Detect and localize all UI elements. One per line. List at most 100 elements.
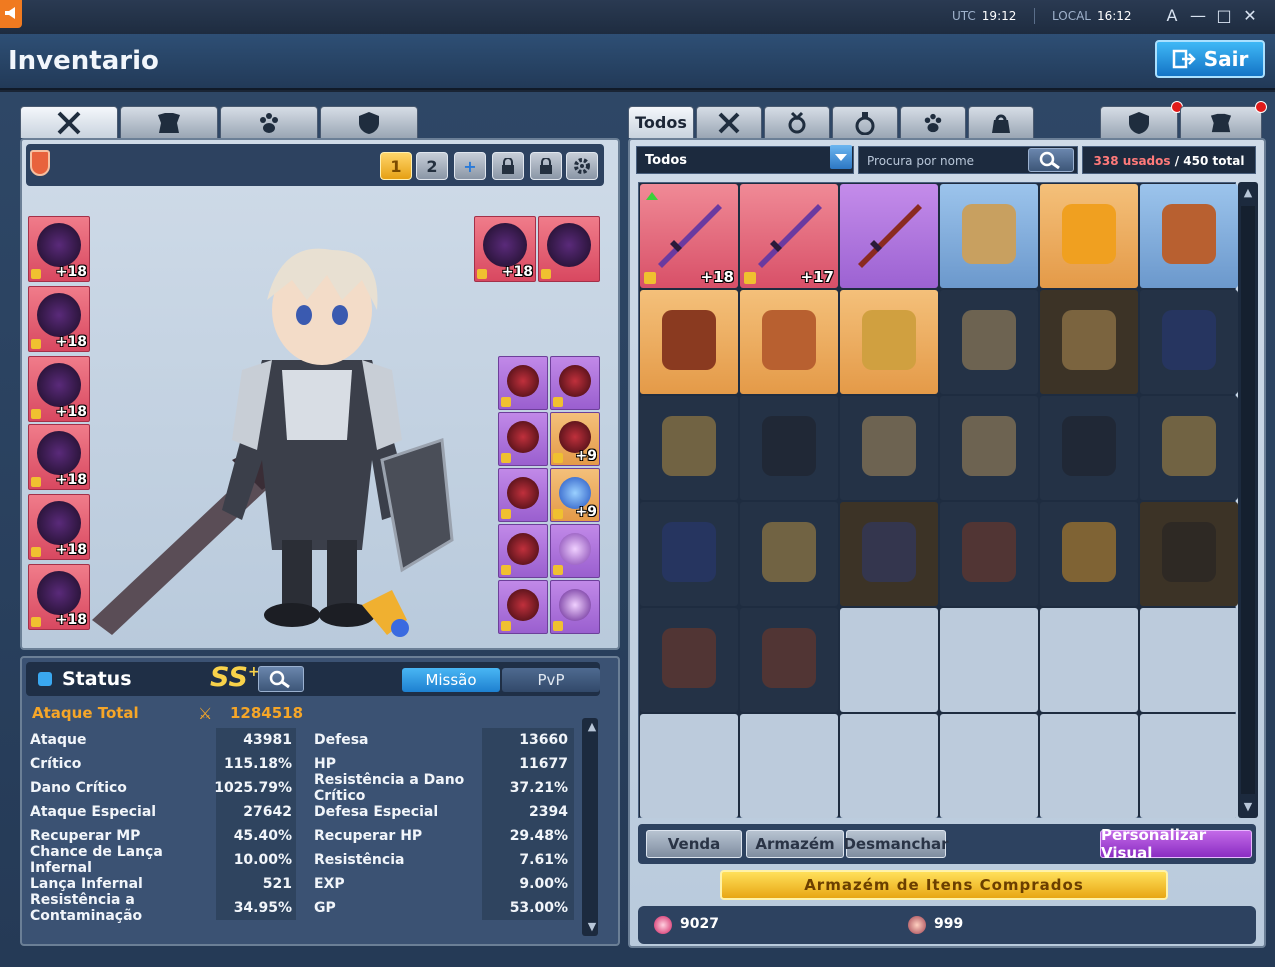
equip-slot-cape[interactable]: +18	[28, 564, 90, 630]
font-size-button[interactable]: A	[1162, 6, 1182, 25]
inventory-item[interactable]	[940, 502, 1038, 606]
tab-consumables[interactable]	[832, 106, 898, 138]
scroll-down-icon[interactable]: ▼	[585, 920, 599, 934]
inventory-item[interactable]	[940, 290, 1038, 394]
item-search-button[interactable]	[1028, 148, 1074, 172]
tab-mission[interactable]: Missão	[402, 668, 500, 692]
tab-armor[interactable]	[120, 106, 218, 138]
inventory-item[interactable]	[940, 184, 1038, 288]
empty-slot[interactable]	[1040, 608, 1138, 712]
inventory-item[interactable]	[640, 396, 738, 500]
megaphone-icon[interactable]	[0, 0, 22, 28]
accessory-slot[interactable]	[498, 524, 548, 578]
empty-slot[interactable]	[840, 714, 938, 818]
inventory-item[interactable]	[640, 608, 738, 712]
tab-accessories[interactable]	[764, 106, 830, 138]
inventory-item[interactable]	[640, 502, 738, 606]
scroll-down-icon[interactable]: ▼	[1241, 800, 1255, 814]
scroll-up-icon[interactable]: ▲	[585, 720, 599, 734]
inventory-item[interactable]	[1140, 396, 1238, 500]
inventory-item[interactable]	[1040, 396, 1138, 500]
inventory-item[interactable]	[740, 608, 838, 712]
accessory-slot[interactable]: +9	[550, 412, 600, 466]
tab-armor[interactable]	[1180, 101, 1267, 138]
inventory-item[interactable]: +18	[640, 184, 738, 288]
empty-slot[interactable]	[940, 714, 1038, 818]
inventory-item[interactable]	[740, 502, 838, 606]
inventory-item[interactable]	[1040, 502, 1138, 606]
tab-weapons[interactable]	[696, 106, 762, 138]
inventory-item[interactable]	[840, 184, 938, 288]
sell-button[interactable]: Venda	[646, 830, 742, 858]
tab-shield[interactable]	[1100, 101, 1183, 138]
minimize-button[interactable]: —	[1188, 6, 1208, 25]
tab-pvp[interactable]: PvP	[502, 668, 600, 692]
settings-button[interactable]	[566, 152, 598, 180]
inventory-item[interactable]	[1040, 290, 1138, 394]
lock-set-button[interactable]	[492, 152, 524, 180]
close-button[interactable]: ✕	[1240, 6, 1260, 25]
equip-slot-visual-weapon[interactable]	[538, 216, 600, 282]
empty-slot[interactable]	[640, 714, 738, 818]
empty-slot[interactable]	[1140, 608, 1238, 712]
empty-slot[interactable]	[1140, 714, 1238, 818]
accessory-slot[interactable]	[498, 468, 548, 522]
accessory-slot[interactable]	[550, 524, 600, 578]
slots-used: 338 usados	[1093, 154, 1171, 168]
pants-icon	[762, 416, 816, 476]
inventory-scrollbar[interactable]: ▲ ▼	[1238, 182, 1258, 818]
inventory-item[interactable]	[840, 290, 938, 394]
accessory-slot[interactable]	[550, 580, 600, 634]
purchased-items-storage-button[interactable]: Armazém de Itens Comprados	[720, 870, 1168, 900]
accessory-slot[interactable]	[498, 580, 548, 634]
set-1-button[interactable]: 1	[380, 152, 412, 180]
inventory-item[interactable]	[640, 290, 738, 394]
add-set-button[interactable]: +	[454, 152, 486, 180]
dismantle-button[interactable]: Desmanchar	[843, 830, 949, 858]
accessory-slot[interactable]	[550, 356, 600, 410]
tab-pets[interactable]	[900, 106, 966, 138]
inventory-item[interactable]	[840, 502, 938, 606]
empty-slot[interactable]	[740, 714, 838, 818]
equip-slot-shoes[interactable]: +18	[28, 494, 90, 560]
customize-visual-button[interactable]: Personalizar Visual	[1100, 826, 1252, 862]
inventory-item[interactable]	[740, 290, 838, 394]
inventory-item[interactable]	[1040, 184, 1138, 288]
status-scrollbar[interactable]: ▲ ▼	[582, 718, 598, 936]
inventory-item[interactable]	[940, 396, 1038, 500]
equip-slot-gloves[interactable]: +18	[28, 424, 90, 490]
storage-button[interactable]: Armazém	[746, 830, 844, 858]
empty-slot[interactable]	[1040, 714, 1138, 818]
status-search-button[interactable]	[258, 666, 304, 692]
equip-slot-bottom[interactable]: +18	[28, 356, 90, 422]
set-2-button[interactable]: 2	[416, 152, 448, 180]
rank-badge-icon[interactable]	[30, 150, 50, 176]
inventory-item[interactable]	[1140, 290, 1238, 394]
inventory-item[interactable]	[740, 396, 838, 500]
empty-slot[interactable]	[940, 608, 1038, 712]
tab-bag[interactable]	[968, 106, 1034, 138]
inventory-item[interactable]	[840, 396, 938, 500]
tab-shield[interactable]	[320, 106, 418, 138]
tab-pet[interactable]	[220, 106, 318, 138]
lock-visual-button[interactable]	[530, 152, 562, 180]
tab-all[interactable]: Todos	[628, 106, 694, 138]
chevron-down-icon[interactable]	[830, 145, 852, 169]
empty-slot[interactable]	[840, 608, 938, 712]
category-filter-select[interactable]: Todos	[636, 146, 854, 174]
inventory-item[interactable]	[1140, 502, 1238, 606]
exit-button[interactable]: Sair	[1155, 40, 1265, 78]
equip-slot-hair[interactable]: +18	[28, 216, 90, 282]
scroll-thumb[interactable]	[1241, 206, 1255, 794]
tab-weapons[interactable]	[20, 106, 118, 138]
accessory-slot[interactable]	[498, 356, 548, 410]
inventory-item[interactable]	[1140, 184, 1238, 288]
accessory-slot[interactable]: +9	[550, 468, 600, 522]
scroll-up-icon[interactable]: ▲	[1241, 186, 1255, 200]
inventory-item[interactable]: +17	[740, 184, 838, 288]
equip-slot-top[interactable]: +18	[28, 286, 90, 352]
maximize-button[interactable]: □	[1214, 6, 1234, 25]
title-bar: Inventario Sair	[0, 34, 1275, 90]
accessory-slot[interactable]	[498, 412, 548, 466]
lock-icon	[744, 272, 756, 284]
